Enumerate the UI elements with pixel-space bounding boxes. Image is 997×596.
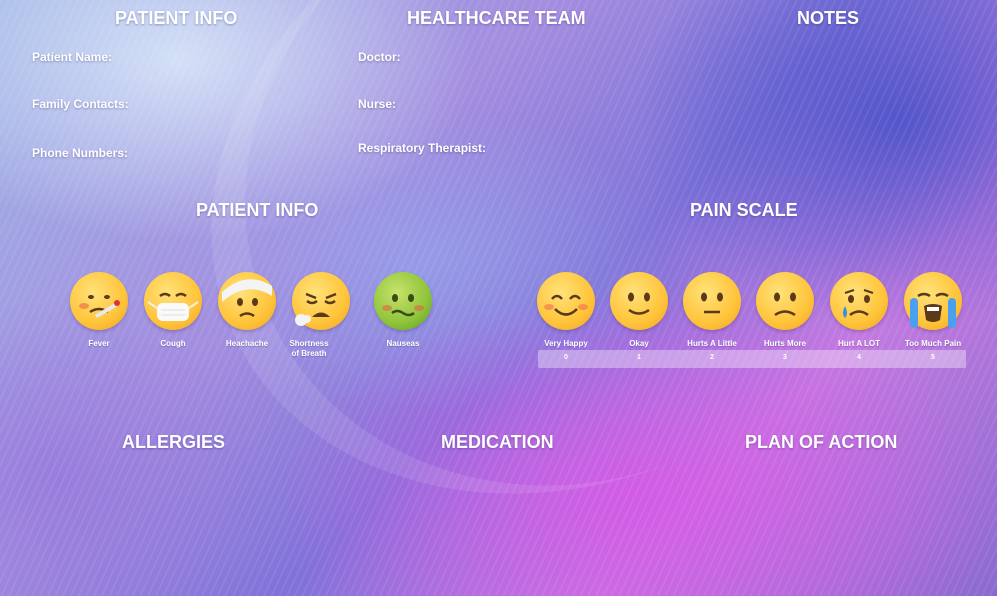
pain-scale-number: 1 bbox=[637, 354, 641, 361]
pain-scale-label: Hurts A Little bbox=[687, 339, 737, 348]
notes-heading: NOTES bbox=[797, 8, 860, 28]
plan-of-action-heading: PLAN OF ACTION bbox=[745, 432, 898, 452]
nauseated-face-icon bbox=[374, 272, 432, 330]
pain-scale-label: Hurts More bbox=[763, 339, 807, 348]
neutral-face-icon bbox=[683, 272, 741, 330]
pain-scale-number: 5 bbox=[931, 354, 935, 361]
symptom-label: Fever bbox=[88, 339, 110, 348]
symptom-label: Cough bbox=[160, 339, 186, 348]
respiratory-therapist-label: Respiratory Therapist: bbox=[358, 141, 487, 155]
phone-numbers-label: Phone Numbers: bbox=[32, 146, 129, 160]
symptom-label: Nauseas bbox=[386, 339, 420, 348]
smiling-face-icon bbox=[537, 272, 595, 330]
pain-scale-label: Too Much Pain bbox=[904, 339, 962, 348]
mask-face-icon bbox=[144, 272, 202, 330]
care-board: PATIENT INFO HEALTHCARE TEAM NOTES Patie… bbox=[0, 0, 997, 596]
medication-heading: MEDICATION bbox=[441, 432, 554, 452]
family-contacts-label: Family Contacts: bbox=[32, 97, 129, 111]
pain-scale-number: 4 bbox=[857, 354, 861, 361]
bandaged-head-face-icon bbox=[218, 272, 276, 330]
pain-scale-number: 2 bbox=[710, 354, 714, 361]
pain-scale-label: Okay bbox=[629, 339, 649, 348]
fever-face-icon bbox=[70, 272, 128, 330]
pain-scale-heading: PAIN SCALE bbox=[690, 200, 798, 220]
nurse-label: Nurse: bbox=[358, 97, 397, 111]
pain-scale-label: Hurt A LOT bbox=[837, 339, 881, 348]
loudly-crying-face-icon bbox=[904, 272, 962, 330]
symptom-label: Heachache bbox=[225, 339, 269, 348]
patient-name-label: Patient Name: bbox=[32, 50, 113, 64]
pain-scale-label: Very Happy bbox=[544, 339, 588, 348]
doctor-label: Doctor: bbox=[358, 50, 401, 64]
frowning-face-icon bbox=[756, 272, 814, 330]
pain-scale-number: 3 bbox=[783, 354, 787, 361]
patient-info-heading: PATIENT INFO bbox=[115, 8, 238, 28]
crying-face-icon bbox=[830, 272, 888, 330]
healthcare-team-heading: HEALTHCARE TEAM bbox=[407, 8, 586, 28]
symptoms-heading: PATIENT INFO bbox=[196, 200, 319, 220]
pain-scale-number: 0 bbox=[564, 354, 568, 361]
symptom-label: Shortness of Breath bbox=[289, 339, 329, 358]
exhaling-face-icon bbox=[292, 272, 350, 330]
slight-smile-face-icon bbox=[610, 272, 668, 330]
pain-scale-bar bbox=[538, 350, 966, 368]
allergies-heading: ALLERGIES bbox=[122, 432, 226, 452]
